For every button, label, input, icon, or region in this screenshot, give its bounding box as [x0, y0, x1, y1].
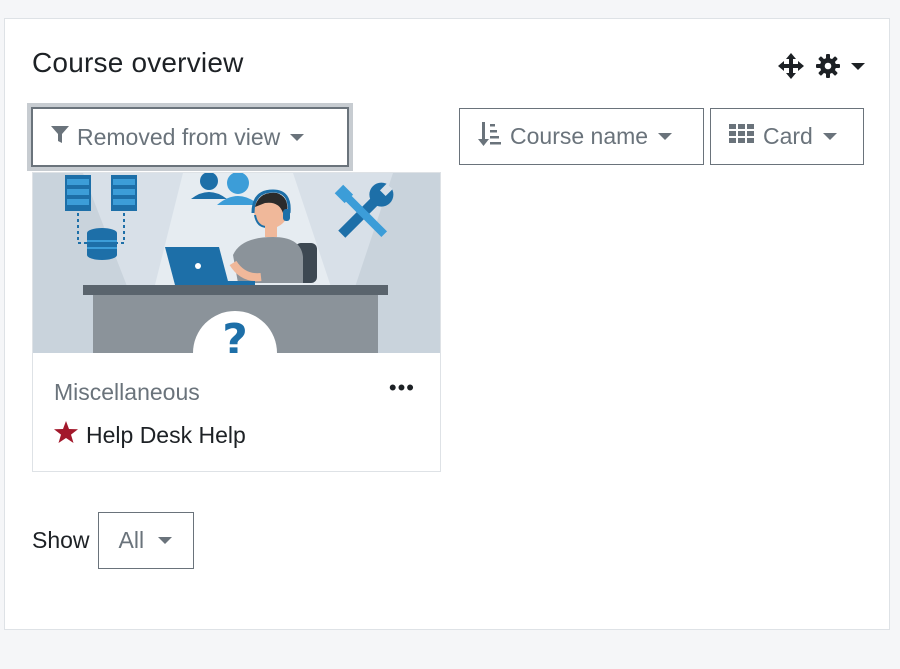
show-label: Show	[32, 527, 90, 553]
block-title: Course overview	[32, 47, 244, 78]
course-card[interactable]: ? Miscellaneous ••• Help Desk Help	[32, 172, 441, 472]
filter-dropdown-button[interactable]: Removed from view	[27, 103, 353, 171]
svg-text:?: ?	[222, 315, 248, 353]
move-icon[interactable]	[777, 52, 805, 80]
gear-icon[interactable]	[815, 53, 841, 79]
block-header-controls	[777, 52, 865, 80]
paging-control: Show All	[32, 512, 194, 569]
course-image[interactable]: ?	[33, 173, 440, 353]
course-name-link[interactable]: Help Desk Help	[54, 421, 246, 449]
caret-down-icon	[158, 537, 173, 544]
view-label: Card	[763, 123, 813, 149]
caret-down-icon[interactable]	[851, 61, 865, 71]
sort-label: Course name	[510, 123, 649, 149]
filter-icon	[51, 124, 69, 151]
sort-dropdown-button[interactable]: Course name	[459, 108, 704, 165]
view-dropdown-button[interactable]: Card	[710, 108, 864, 165]
paging-dropdown-button[interactable]: All	[97, 512, 194, 569]
filter-label: Removed from view	[77, 123, 281, 150]
caret-down-icon	[822, 133, 837, 140]
sort-icon	[478, 121, 502, 153]
star-icon	[54, 421, 78, 449]
course-category: Miscellaneous	[54, 379, 200, 405]
course-overview-block: Course overview Removed from view Course…	[4, 18, 890, 630]
paging-value: All	[118, 527, 145, 553]
course-actions-menu[interactable]: •••	[389, 377, 415, 399]
caret-down-icon	[290, 133, 305, 141]
grid-icon	[729, 123, 755, 150]
caret-down-icon	[658, 133, 673, 140]
course-name: Help Desk Help	[86, 421, 246, 448]
